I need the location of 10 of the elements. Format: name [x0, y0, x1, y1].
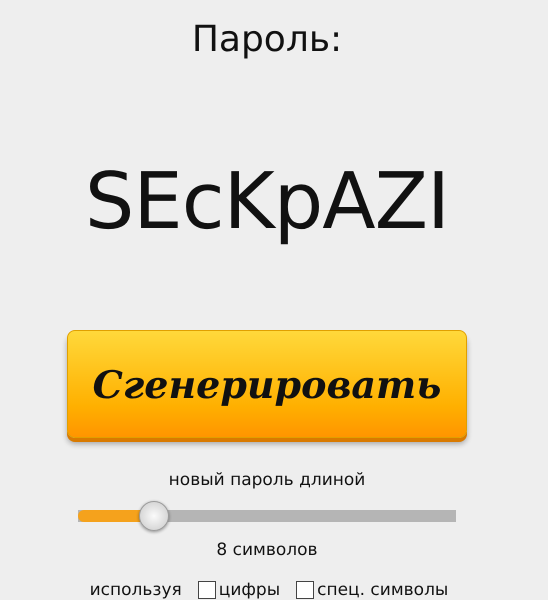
checkbox-icon[interactable] [296, 581, 314, 599]
checkbox-icon[interactable] [198, 581, 216, 599]
option-checkbox[interactable]: цифры [198, 580, 280, 600]
length-label: новый пароль длиной [168, 470, 366, 490]
slider-thumb[interactable] [138, 501, 169, 531]
options-label: используя [90, 580, 182, 600]
password-text: SEcKpAZI [84, 156, 450, 249]
option-label: цифры [218, 580, 280, 600]
length-reading: 8 символов [216, 540, 318, 560]
password-title: Пароль: [192, 18, 342, 62]
